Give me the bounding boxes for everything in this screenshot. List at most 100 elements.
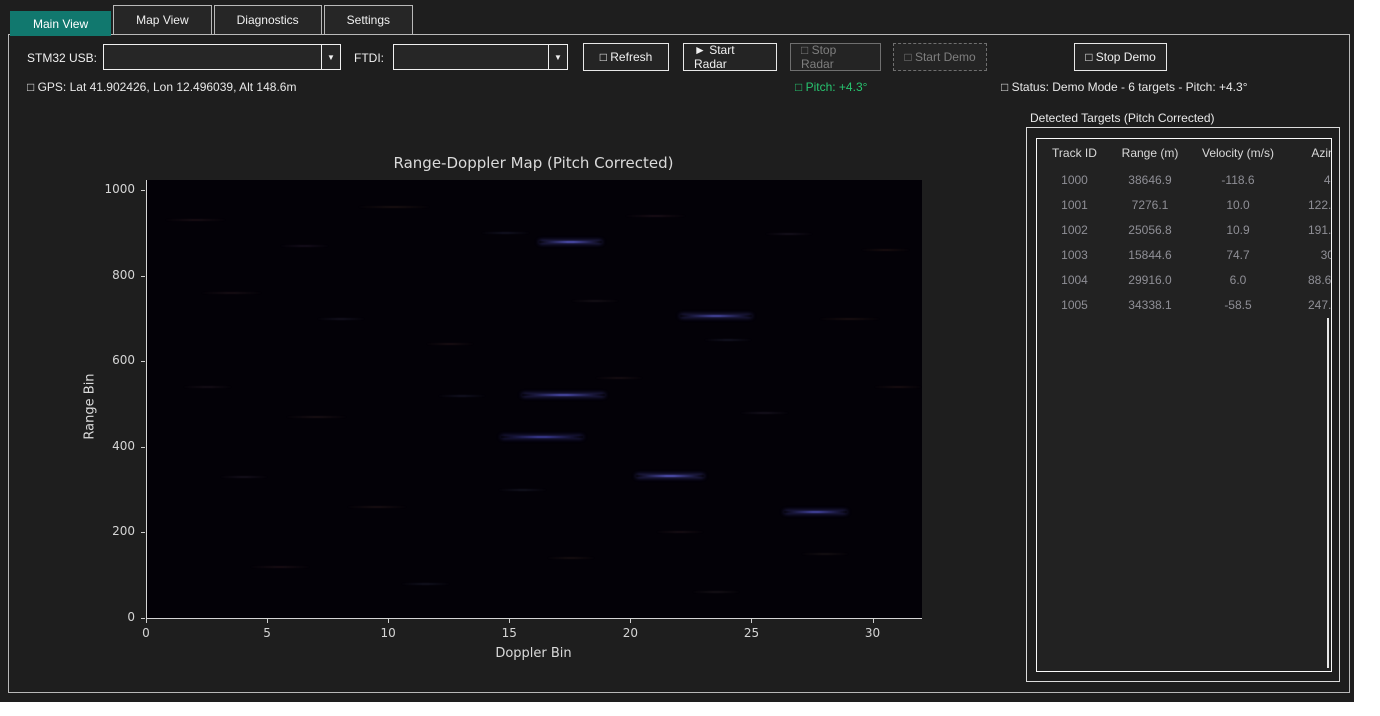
x-tick-label: 25 xyxy=(733,626,769,640)
start-radar-button[interactable]: ► Start Radar xyxy=(683,43,777,71)
table-cell: 1002 xyxy=(1037,223,1112,237)
tab-map-view[interactable]: Map View xyxy=(113,5,211,34)
noise-streak xyxy=(861,249,909,251)
stm32-usb-combo[interactable]: ▼ xyxy=(103,44,341,70)
noise-streak xyxy=(481,232,529,234)
tab-main-view[interactable]: Main View xyxy=(10,11,111,36)
targets-table-header: Track IDRange (m)Velocity (m/s)Azimuth xyxy=(1037,139,1331,167)
noise-streak xyxy=(547,557,595,559)
noise-streak xyxy=(595,377,643,379)
chart-title: Range-Doppler Map (Pitch Corrected) xyxy=(146,154,921,172)
noise-streak xyxy=(426,343,474,345)
target-streak xyxy=(636,475,704,477)
table-cell: 122.2510 xyxy=(1288,198,1332,212)
table-cell: 1005 xyxy=(1037,298,1112,312)
ftdi-combo[interactable]: ▼ xyxy=(393,44,568,70)
y-tick-label: 400 xyxy=(91,439,135,453)
noise-streak xyxy=(740,412,788,414)
y-tick-mark xyxy=(141,361,145,362)
pitch-indicator: □ Pitch: +4.3° xyxy=(795,80,867,94)
noise-streak xyxy=(286,416,347,418)
y-tick-mark xyxy=(141,190,145,191)
x-tick-label: 5 xyxy=(249,626,285,640)
x-tick-mark xyxy=(751,619,752,623)
column-header[interactable]: Range (m) xyxy=(1112,146,1188,160)
table-cell: 15844.6 xyxy=(1112,248,1188,262)
table-row[interactable]: 10017276.110.0122.2510 xyxy=(1037,192,1331,217)
y-tick-label: 0 xyxy=(91,610,135,624)
table-row[interactable]: 100038646.9-118.645° xyxy=(1037,167,1331,192)
table-cell: -118.6 xyxy=(1188,173,1288,187)
x-tick-label: 15 xyxy=(491,626,527,640)
x-tick-mark xyxy=(509,619,510,623)
table-cell: 191.2552 xyxy=(1288,223,1332,237)
noise-streak xyxy=(220,476,268,478)
table-cell: 6.0 xyxy=(1188,273,1288,287)
chevron-down-icon[interactable]: ▼ xyxy=(548,45,567,69)
chevron-down-icon[interactable]: ▼ xyxy=(321,45,340,69)
table-cell: 25056.8 xyxy=(1112,223,1188,237)
table-row[interactable]: 100225056.810.9191.2552 xyxy=(1037,217,1331,242)
tab-bar: Main ViewMap ViewDiagnosticsSettings xyxy=(10,5,413,35)
table-row[interactable]: 100315844.674.7300° xyxy=(1037,242,1331,267)
noise-streak xyxy=(656,531,704,533)
noise-streak xyxy=(765,233,813,235)
table-cell: 1000 xyxy=(1037,173,1112,187)
noise-streak xyxy=(358,206,431,208)
table-cell: 10.0 xyxy=(1188,198,1288,212)
noise-streak xyxy=(347,506,408,508)
gps-status-text: □ GPS: Lat 41.902426, Lon 12.496039, Alt… xyxy=(27,80,296,94)
y-axis-label: Range Bin xyxy=(83,357,98,457)
targets-panel-title: Detected Targets (Pitch Corrected) xyxy=(1030,111,1215,125)
app-window: Main ViewMap ViewDiagnosticsSettings STM… xyxy=(0,0,1354,702)
targets-table[interactable]: Track IDRange (m)Velocity (m/s)Azimuth 1… xyxy=(1036,138,1332,672)
table-cell: 1004 xyxy=(1037,273,1112,287)
ftdi-label: FTDI: xyxy=(354,51,384,65)
x-tick-label: 20 xyxy=(612,626,648,640)
table-cell: 1001 xyxy=(1037,198,1112,212)
table-cell: 34338.1 xyxy=(1112,298,1188,312)
noise-streak xyxy=(692,591,740,593)
stop-radar-button[interactable]: □ Stop Radar xyxy=(790,43,881,71)
demo-status-text: □ Status: Demo Mode - 6 targets - Pitch:… xyxy=(1001,80,1248,94)
table-cell: -58.5 xyxy=(1188,298,1288,312)
range-doppler-heatmap xyxy=(146,180,922,619)
noise-streak xyxy=(317,318,365,320)
noise-streak xyxy=(165,219,226,221)
target-streak xyxy=(784,511,847,513)
noise-streak xyxy=(401,583,449,585)
table-cell: 38646.9 xyxy=(1112,173,1188,187)
y-tick-mark xyxy=(141,618,145,619)
y-tick-mark xyxy=(141,447,145,448)
refresh-button[interactable]: □ Refresh xyxy=(583,43,669,71)
column-header[interactable]: Azimuth xyxy=(1288,146,1332,160)
table-cell: 247.5104 xyxy=(1288,298,1332,312)
x-tick-label: 0 xyxy=(128,626,164,640)
stop-demo-button[interactable]: □ Stop Demo xyxy=(1074,43,1167,71)
column-header[interactable]: Track ID xyxy=(1037,146,1112,160)
ftdi-combo-value xyxy=(394,45,548,69)
x-tick-mark xyxy=(267,619,268,623)
noise-streak xyxy=(704,339,752,341)
column-header[interactable]: Velocity (m/s) xyxy=(1188,146,1288,160)
x-tick-label: 10 xyxy=(370,626,406,640)
y-tick-label: 600 xyxy=(91,353,135,367)
table-row[interactable]: 100429916.06.088.66998 xyxy=(1037,267,1331,292)
x-tick-label: 30 xyxy=(855,626,891,640)
tab-settings[interactable]: Settings xyxy=(324,5,413,34)
tab-diagnostics[interactable]: Diagnostics xyxy=(214,5,322,34)
stm32-usb-combo-value xyxy=(104,45,321,69)
y-tick-label: 1000 xyxy=(91,182,135,196)
stm32-usb-label: STM32 USB: xyxy=(27,51,97,65)
table-scrollbar[interactable] xyxy=(1327,318,1329,668)
table-row[interactable]: 100534338.1-58.5247.5104 xyxy=(1037,292,1331,317)
noise-streak xyxy=(625,215,686,217)
noise-streak xyxy=(571,300,619,302)
target-streak xyxy=(522,394,604,396)
table-cell: 45° xyxy=(1288,173,1332,187)
start-demo-button[interactable]: □ Start Demo xyxy=(893,43,987,71)
y-tick-mark xyxy=(141,276,145,277)
table-cell: 7276.1 xyxy=(1112,198,1188,212)
noise-streak xyxy=(280,245,328,247)
target-streak xyxy=(501,436,583,438)
